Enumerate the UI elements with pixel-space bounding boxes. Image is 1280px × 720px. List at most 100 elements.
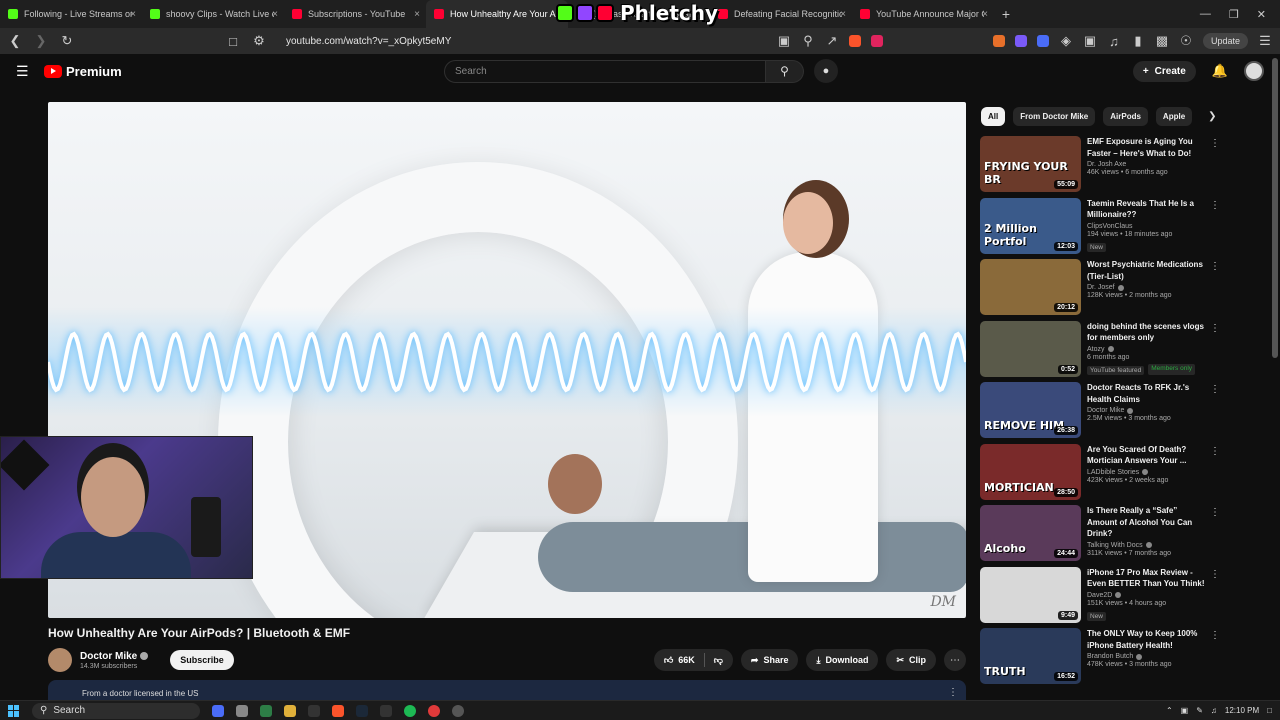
pen-icon[interactable]: ✎ [1196,706,1203,715]
recommended-video[interactable]: TRUTH 16:52 The ONLY Way to Keep 100% iPho… [980,628,1230,690]
recommended-video-title[interactable]: The ONLY Way to Keep 100% iPhone Battery… [1087,628,1209,651]
recommended-channel[interactable]: Brandon Butch [1087,653,1209,660]
recommended-video[interactable]: FRYING YOUR BR 55:09 EMF Exposure is Aging… [980,136,1230,198]
chevron-right-icon[interactable]: ❯ [1208,111,1216,122]
recommended-channel[interactable]: Doctor Mike [1087,407,1209,414]
app-icon[interactable] [308,704,320,717]
close-tab-icon[interactable]: × [840,9,846,20]
recommended-video-title[interactable]: Are You Scared Of Death? Mortician Answe… [1087,444,1209,467]
music-icon[interactable]: ♫ [1107,34,1121,49]
recommended-channel[interactable]: Dave2D [1087,592,1209,599]
more-vertical-icon[interactable]: ⋮ [1210,323,1220,334]
recommended-channel[interactable]: LADbible Stories [1087,469,1209,476]
network-icon[interactable]: ▣ [1181,706,1189,715]
create-button[interactable]: + Create [1132,60,1196,82]
recommended-video-title[interactable]: iPhone 17 Pro Max Review - Even BETTER T… [1087,567,1209,590]
recommended-video-title[interactable]: Is There Really a “Safe” Amount of Alcoh… [1087,505,1209,540]
more-actions-button[interactable]: ⋯ [944,649,966,671]
video-thumbnail[interactable]: 2 Million Portfol 12:03 [980,197,1081,254]
copilot-icon[interactable] [212,704,224,717]
close-window-icon[interactable]: ✕ [1257,8,1266,21]
minimize-icon[interactable]: — [1200,8,1211,21]
recommended-video[interactable]: Alcoho 24:44 Is There Really a “Safe” Amou… [980,505,1230,567]
clip-button[interactable]: ✂ Clip [886,649,936,671]
recommended-video[interactable]: 9:49 iPhone 17 Pro Max Review - Even BETT… [980,566,1230,629]
like-button[interactable]: 👍︎ 66K [664,655,695,666]
close-tab-icon[interactable]: × [130,9,136,20]
browser-tab[interactable]: Defeating Facial Recognition w× [710,0,852,28]
filter-chip[interactable]: Apple [1155,107,1193,126]
close-tab-icon[interactable]: × [414,9,420,20]
volume-icon[interactable]: ♫ [1211,706,1217,715]
steam-icon[interactable] [356,704,368,717]
recommended-video-title[interactable]: EMF Exposure is Aging You Faster – Here'… [1087,136,1209,159]
update-button[interactable]: Update [1202,33,1248,49]
close-tab-icon[interactable]: × [272,9,278,20]
cast-icon[interactable]: ▣ [777,33,791,49]
more-vertical-icon[interactable]: ⋮ [1210,261,1220,272]
extension-icon[interactable] [1014,35,1027,47]
recommended-channel[interactable]: Atozy [1087,346,1209,353]
share-page-icon[interactable]: ↗ [825,33,839,49]
screenshot-icon[interactable]: ▣ [1083,33,1097,49]
obs-icon[interactable] [452,704,464,717]
recommended-channel[interactable]: Dr. Josh Axe [1087,161,1209,168]
more-vertical-icon[interactable]: ⋮ [1210,569,1220,580]
more-vertical-icon[interactable]: ⋮ [948,687,958,698]
video-thumbnail[interactable]: FRYING YOUR BR 55:09 [980,136,1081,192]
more-vertical-icon[interactable]: ⋮ [1210,507,1220,518]
recommended-video[interactable]: REMOVE HIM 26:38 Doctor Reacts To RFK Jr.'… [980,382,1230,444]
video-thumbnail[interactable]: MORTICIAN 28:50 [980,443,1081,500]
more-vertical-icon[interactable]: ⋮ [1210,446,1220,457]
menu-icon[interactable]: ☰ [1258,33,1272,49]
settings-icon[interactable] [236,704,248,717]
channel-avatar[interactable] [48,648,72,672]
extensions-puzzle-icon[interactable]: ◈ [1059,33,1073,49]
notifications-bell-icon[interactable]: 🔔 [1212,63,1228,79]
share-button[interactable]: ➦ Share [740,649,799,671]
guide-menu-icon[interactable]: ☰ [16,63,36,80]
clock[interactable]: 12:10 PM [1225,706,1259,715]
video-thumbnail[interactable]: Alcoho 24:44 [980,505,1081,561]
description-box[interactable]: From a doctor licensed in the US ⋮ [48,680,966,702]
search-input[interactable] [444,59,766,83]
filter-chip[interactable]: All [981,107,1006,126]
browser-tab[interactable]: shoovy Clips - Watch Live on Kick× [142,0,284,28]
zoom-icon[interactable]: ⚲ [801,33,815,49]
rewards-icon[interactable] [870,35,883,47]
channel-name[interactable]: Doctor Mike [80,651,149,662]
extension-icon[interactable] [1036,35,1049,47]
browser-tab[interactable]: How Unhealthy Are Your AirPods?× [426,0,568,28]
reload-icon[interactable]: ↻ [60,33,74,49]
search-button[interactable]: ⚲ [766,59,804,83]
app-icon[interactable] [260,704,272,717]
browser-tab[interactable]: Following - Live Streams on Kick× [0,0,142,28]
video-thumbnail[interactable]: 20:12 [980,259,1081,315]
new-tab-icon[interactable]: + [994,6,1018,22]
recommended-video[interactable]: MORTICIAN 28:50 Are You Scared Of Death? M… [980,443,1230,506]
recommended-video-title[interactable]: doing behind the scenes vlogs for member… [1087,321,1209,344]
recommended-video-title[interactable]: Doctor Reacts To RFK Jr.'s Health Claims [1087,382,1209,405]
close-tab-icon[interactable]: × [982,9,988,20]
dislike-button[interactable]: 👎︎ [714,655,723,666]
download-button[interactable]: ⤓ Download [806,649,879,671]
youtube-premium-logo[interactable]: Premium [44,64,122,79]
more-vertical-icon[interactable]: ⋮ [1210,138,1220,149]
forward-icon[interactable]: ❯ [34,33,48,49]
windows-start-icon[interactable] [8,704,20,717]
brave-shield-icon[interactable] [848,35,861,47]
more-vertical-icon[interactable]: ⋮ [1210,200,1220,211]
recommended-video[interactable]: 2 Million Portfol 12:03 Taemin Reveals Tha… [980,197,1230,260]
browser-tab[interactable]: YouTube Announce Major Cha× [852,0,994,28]
filter-chip[interactable]: AirPods [1103,107,1148,126]
recommended-channel[interactable]: Talking With Docs [1087,542,1209,549]
page-scrollbar[interactable] [1272,58,1278,358]
brave-browser-icon[interactable] [332,704,344,717]
recommended-channel[interactable]: ClipsVonClaus [1087,223,1209,230]
back-icon[interactable]: ❮ [8,33,22,49]
video-thumbnail[interactable]: TRUTH 16:52 [980,628,1081,684]
chevron-up-icon[interactable]: ⌃ [1166,706,1173,715]
recommended-video-title[interactable]: Worst Psychiatric Medications (Tier-List… [1087,259,1209,282]
restore-icon[interactable]: ❐ [1229,8,1239,21]
filter-chip[interactable]: From Doctor Mike [1013,107,1096,126]
